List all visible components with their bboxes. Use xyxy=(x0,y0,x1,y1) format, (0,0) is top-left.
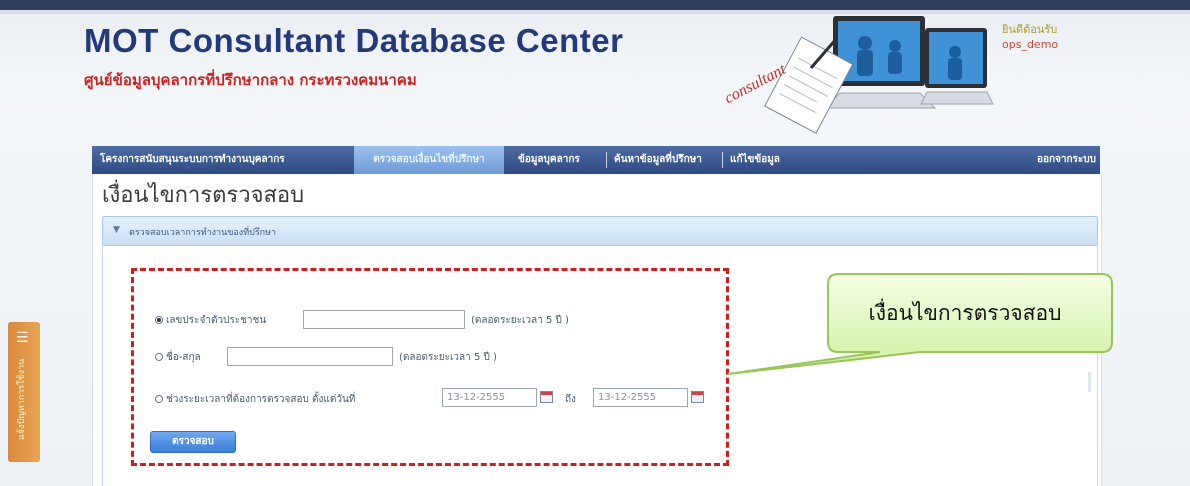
site-title: MOT Consultant Database Center xyxy=(84,22,624,59)
feedback-tab-label: แจ้งปัญหาการใช้งาน xyxy=(17,358,27,440)
triangle-right-icon: ▼ xyxy=(113,225,120,235)
nav-item-support[interactable]: โครงการสนับสนุนระบบการทำงานบุคลากร xyxy=(100,146,350,174)
header-illustration: consultant xyxy=(722,16,994,134)
person-silhouette-icon xyxy=(949,46,961,58)
person-silhouette-icon xyxy=(889,40,901,52)
feedback-icon: ☰ xyxy=(16,330,29,346)
nav-item-personnel[interactable]: ข้อมูลบุคลากร xyxy=(518,146,602,174)
monitor-1-screen xyxy=(838,21,920,81)
keyboard-base-2 xyxy=(920,91,994,105)
welcome-text: ยินดีต้อนรับ xyxy=(1002,23,1058,36)
person-silhouette-icon xyxy=(857,50,873,76)
top-border xyxy=(0,0,1190,10)
person-silhouette-icon xyxy=(948,58,962,80)
nav-item-logout[interactable]: ออกจากระบบ xyxy=(1002,146,1096,174)
nav-item-search[interactable]: ค้นหาข้อมูลที่ปรึกษา xyxy=(614,146,718,174)
site-subtitle: ศูนย์ข้อมูลบุคลากรที่ปรึกษากลาง กระทรวงค… xyxy=(84,71,417,89)
accordion-title: ตรวจสอบเวลาการทำงานของที่ปรึกษา xyxy=(129,228,277,238)
accordion-header[interactable]: ▼ ตรวจสอบเวลาการทำงานของที่ปรึกษา xyxy=(102,216,1098,246)
nav-item-edit[interactable]: แก้ไขข้อมูล xyxy=(730,146,784,174)
nav-separator xyxy=(606,152,607,168)
top-border-shadow xyxy=(0,10,1190,14)
main-nav: โครงการสนับสนุนระบบการทำงานบุคลากร ตรวจส… xyxy=(92,146,1100,174)
person-silhouette-icon xyxy=(858,36,872,50)
page-title: เงื่อนไขการตรวจสอบ xyxy=(102,183,305,208)
person-silhouette-icon xyxy=(888,52,902,74)
callout-text: เงื่อนไขการตรวจสอบ xyxy=(868,301,1062,325)
nav-item-check-conditions[interactable]: ตรวจสอบเงื่อนไขที่ปรึกษา xyxy=(354,146,504,174)
username-link[interactable]: ops_demo xyxy=(1002,38,1058,51)
nav-separator xyxy=(722,152,723,168)
highlight-dashed-box xyxy=(131,268,729,466)
keyboard-base xyxy=(823,92,937,109)
